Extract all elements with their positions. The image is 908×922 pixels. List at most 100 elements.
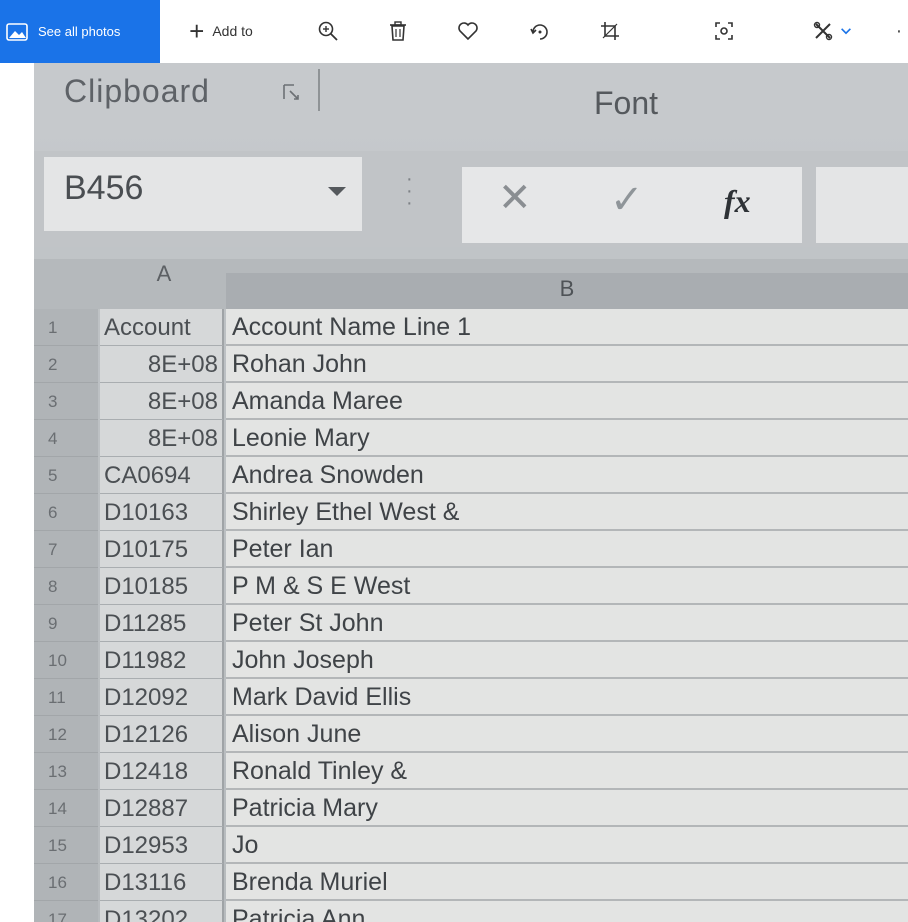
cell-column-a: D10163: [100, 494, 224, 531]
table-row: 12 D12126 Alison June: [34, 716, 908, 753]
see-all-photos-button[interactable]: See all photos: [0, 0, 160, 63]
row-number: 1: [34, 309, 98, 346]
formula-input: [816, 167, 908, 243]
table-row: 5 CA0694 Andrea Snowden: [34, 457, 908, 494]
rotate-button[interactable]: [524, 12, 556, 50]
row-number: 6: [34, 494, 98, 531]
cell-column-b: Brenda Muriel: [226, 864, 908, 901]
table-row: 10 D11982 John Joseph: [34, 642, 908, 679]
zoom-in-icon: [318, 21, 338, 41]
formula-buttons: ✕ ✓ fx: [462, 167, 802, 243]
name-box-value: B456: [64, 169, 144, 207]
delete-button[interactable]: [382, 12, 414, 50]
ribbon-group-clipboard: Clipboard: [64, 73, 210, 109]
table-row: 13 D12418 Ronald Tinley &: [34, 753, 908, 790]
table-row: 4 8E+08 Leonie Mary: [34, 420, 908, 457]
cell-column-b: Alison June: [226, 716, 908, 753]
cell-column-b: Ronald Tinley &: [226, 753, 908, 790]
table-row: 14 D12887 Patricia Mary: [34, 790, 908, 827]
spreadsheet-grid: A B 1 Account Account Name Line 1 2 8E+08 Roh…: [34, 259, 908, 922]
cell-column-b: Leonie Mary: [226, 420, 908, 457]
table-row: 1 Account Account Name Line 1: [34, 309, 908, 346]
row-number: 7: [34, 531, 98, 568]
sheet-rows: 1 Account Account Name Line 1 2 8E+08 Rohan J…: [34, 309, 908, 922]
table-row: 16 D13116 Brenda Muriel: [34, 864, 908, 901]
cell-column-b: Shirley Ethel West &: [226, 494, 908, 531]
row-number: 17: [34, 901, 98, 922]
column-header-b: B: [226, 273, 908, 316]
table-row: 11 D12092 Mark David Ellis: [34, 679, 908, 716]
drag-handle-icon: · · ·: [406, 168, 413, 214]
cell-column-b: Peter Ian: [226, 531, 908, 568]
add-to-button[interactable]: + Add to: [176, 12, 266, 50]
table-row: 15 D12953 Jo: [34, 827, 908, 864]
table-row: 3 8E+08 Amanda Maree: [34, 383, 908, 420]
excel-ribbon: Clipboard Font: [34, 63, 908, 138]
photos-toolbar: See all photos + Add to ·: [0, 0, 908, 63]
ribbon-group-font: Font: [594, 85, 659, 121]
row-number: 2: [34, 346, 98, 383]
cell-column-b: Patricia Ann: [226, 901, 908, 922]
favorite-button[interactable]: [452, 12, 484, 50]
cancel-icon: ✕: [498, 176, 532, 220]
row-number: 10: [34, 642, 98, 679]
cell-column-b: Amanda Maree: [226, 383, 908, 420]
cell-column-a: D13202: [100, 901, 224, 922]
cell-column-b: Peter St John: [226, 605, 908, 642]
table-row: 9 D11285 Peter St John: [34, 605, 908, 642]
row-number: 9: [34, 605, 98, 642]
cell-column-b: Jo: [226, 827, 908, 864]
edit-button[interactable]: [708, 12, 740, 50]
crop-icon: [601, 22, 619, 40]
picture-icon: [6, 22, 28, 41]
table-row: 8 D10185 P M & S E West: [34, 568, 908, 605]
cell-column-b: Andrea Snowden: [226, 457, 908, 494]
cell-column-b: Rohan John: [226, 346, 908, 383]
cell-column-b: Patricia Mary: [226, 790, 908, 827]
row-number: 4: [34, 420, 98, 457]
cell-column-b: John Joseph: [226, 642, 908, 679]
row-number: 14: [34, 790, 98, 827]
favorite-icon: [458, 22, 478, 41]
insert-function-icon: fx: [724, 183, 751, 219]
column-header-row: A B: [34, 259, 908, 316]
row-number: 5: [34, 457, 98, 494]
ribbon-separator: [318, 69, 320, 111]
row-number: 13: [34, 753, 98, 790]
cell-column-b: P M & S E West: [226, 568, 908, 605]
draw-icon: [813, 21, 833, 41]
cell-column-a: D10185: [100, 568, 224, 605]
name-box[interactable]: B456: [44, 157, 362, 231]
cell-column-a: D13116: [100, 864, 224, 901]
cell-column-a: 8E+08: [100, 420, 224, 457]
draw-button[interactable]: [804, 12, 860, 50]
table-row: 6 D10163 Shirley Ethel West &: [34, 494, 908, 531]
zoom-in-button[interactable]: [312, 12, 344, 50]
cell-column-a: D11285: [100, 605, 224, 642]
crop-button[interactable]: [594, 12, 626, 50]
row-number: 16: [34, 864, 98, 901]
table-row: 2 8E+08 Rohan John: [34, 346, 908, 383]
cell-column-a: D12887: [100, 790, 224, 827]
row-number: 3: [34, 383, 98, 420]
edit-icon: [715, 22, 733, 40]
row-number: 12: [34, 716, 98, 753]
cell-column-a: 8E+08: [100, 383, 224, 420]
more-options-button[interactable]: ·: [892, 12, 906, 50]
row-number: 8: [34, 568, 98, 605]
dialog-launcher-icon: [282, 83, 304, 103]
plus-icon: +: [189, 16, 205, 46]
chevron-down-icon: [841, 28, 851, 35]
delete-icon: [390, 21, 406, 41]
cell-column-b: Mark David Ellis: [226, 679, 908, 716]
more-icon: ·: [895, 19, 903, 42]
cell-column-a: D12418: [100, 753, 224, 790]
cell-column-a: CA0694: [100, 457, 224, 494]
cell-column-a: D12953: [100, 827, 224, 864]
formula-bar: B456 · · · ✕ ✓ fx: [34, 151, 908, 247]
cell-column-a: 8E+08: [100, 346, 224, 383]
enter-icon: ✓: [610, 178, 644, 222]
cell-column-a: D12126: [100, 716, 224, 753]
cell-column-b: Account Name Line 1: [226, 309, 908, 346]
add-to-label: Add to: [212, 23, 253, 39]
